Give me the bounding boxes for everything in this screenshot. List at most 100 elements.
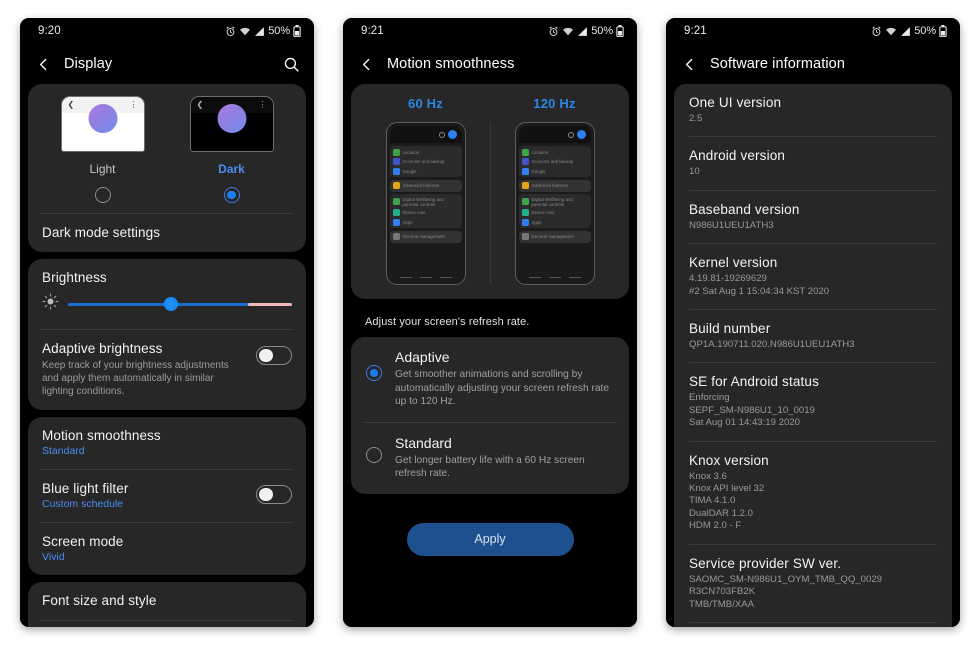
row-label: Motion smoothness [42, 428, 161, 443]
info-label: One UI version [689, 95, 782, 110]
slider-thumb[interactable] [164, 297, 179, 311]
apply-button-row: Apply [351, 501, 629, 556]
refresh-rate-preview-card: 60 Hz 120 Hz Location Accounts and backu… [351, 84, 629, 299]
row-blue-light-filter[interactable]: Blue light filter Custom schedule [28, 470, 306, 522]
battery-icon [616, 25, 624, 37]
info-row[interactable]: Baseband version N986U1UEU1ATH3 [674, 191, 952, 243]
light-theme-label: Light [89, 162, 116, 176]
battery-percent: 50% [591, 25, 613, 37]
blue-light-filter-toggle[interactable] [256, 485, 292, 504]
row-label: Adaptive brightness [42, 341, 163, 356]
info-row[interactable]: Android version 10 [674, 137, 952, 189]
preview-item-label: Location [531, 149, 549, 155]
preview-item-label: Device care [402, 210, 426, 215]
page-title: Display [64, 56, 113, 72]
preview-menu-icon: ⋮ [129, 100, 138, 109]
info-row[interactable]: One UI version 2.5 [674, 84, 952, 136]
row-font-size-and-style[interactable]: Font size and style [28, 582, 306, 620]
battery-percent: 50% [914, 25, 936, 37]
back-button[interactable] [359, 57, 381, 72]
option-adaptive[interactable]: Adaptive Get smoother animations and scr… [351, 337, 629, 422]
brightness-slider-row[interactable] [28, 289, 306, 329]
display-options-card: Motion smoothness Standard Blue light fi… [28, 417, 306, 575]
preview-item-label: Google [402, 168, 417, 174]
row-value: Custom schedule [42, 498, 124, 510]
brightness-card: Brightness Adaptive brightness Keep trac… [28, 259, 306, 410]
info-row[interactable]: SE for Android status Enforcing SEPF_SM-N9… [674, 363, 952, 440]
row-dark-mode-settings[interactable]: Dark mode settings [28, 214, 306, 252]
row-label: Screen mode [42, 534, 124, 549]
hz-label-120: 120 Hz [533, 96, 576, 111]
status-icons: 50% [871, 25, 947, 37]
row-label: Brightness [42, 270, 107, 285]
row-clipped[interactable] [28, 621, 306, 627]
row-label: Blue light filter [42, 481, 129, 496]
info-row[interactable]: Kernel version 4.19.81-19269629 #2 Sat Aug… [674, 244, 952, 309]
preview-navbar [390, 274, 462, 281]
info-label: Baseband version [689, 201, 800, 217]
option-standard[interactable]: Standard Get longer battery life with a … [351, 423, 629, 494]
info-row[interactable]: Knox version Knox 3.6 Knox API level 32 TIM… [674, 442, 952, 544]
app-bar-display: Display [20, 44, 314, 84]
info-row[interactable]: Security software versionMDF v3.1 Releas… [674, 623, 952, 627]
theme-orb [88, 104, 117, 133]
apply-button[interactable]: Apply [406, 522, 574, 556]
info-value: 4.19.81-19269629 #2 Sat Aug 1 15:04:34 KS… [689, 273, 830, 297]
theme-card: ❮ ⋮ Light ❮ ⋮ Dark Dark mode settings [28, 84, 306, 252]
search-button[interactable] [278, 56, 300, 73]
preview-item-label: Digital Wellbeing and parental controls [531, 196, 573, 207]
info-value: N986U1UEU1ATH3 [689, 219, 774, 231]
preview-back-icon: ❮ [196, 100, 204, 109]
app-bar-software: Software information [666, 44, 960, 84]
row-motion-smoothness[interactable]: Motion smoothness Standard [28, 417, 306, 469]
dark-theme-radio[interactable] [223, 187, 240, 203]
search-icon [284, 57, 299, 72]
slider-track-warm-end [248, 303, 292, 306]
row-screen-mode[interactable]: Screen mode Vivid [28, 523, 306, 575]
software-info-list[interactable]: One UI version 2.5 Android version 10 Baseba… [666, 84, 960, 627]
info-row[interactable]: Build number QP1A.190711.020.N986U1UEU1AT… [674, 310, 952, 362]
brightness-slider[interactable] [68, 297, 292, 311]
status-time: 9:21 [361, 25, 384, 37]
chevron-left-icon [40, 58, 47, 70]
info-row[interactable]: Service provider SW ver. SAOMC_SM-N986U1_… [674, 545, 952, 622]
info-label: Build number [689, 321, 771, 337]
preview-settings-list-120: Location Accounts and backup Google Adva… [518, 143, 591, 274]
preview-item-label: Accounts and backup [402, 159, 445, 164]
battery-icon [939, 25, 947, 37]
info-label: Service provider SW ver. [689, 555, 842, 571]
info-value: 2.5 [689, 113, 703, 124]
display-settings-list[interactable]: ❮ ⋮ Light ❮ ⋮ Dark Dark mode settings Br… [20, 84, 314, 627]
row-adaptive-brightness[interactable]: Adaptive brightness Keep track of your b… [28, 330, 306, 410]
preview-avatar-icon [576, 130, 586, 139]
preview-navbar [519, 274, 591, 281]
light-theme-radio[interactable] [94, 187, 111, 203]
status-time: 9:21 [684, 25, 707, 37]
back-button[interactable] [36, 57, 58, 72]
wifi-icon [563, 27, 574, 35]
preview-item-label: Google [531, 168, 546, 174]
preview-60hz: Location Accounts and backup Google Adva… [361, 122, 490, 285]
info-value: 10 [689, 166, 700, 178]
preview-back-icon: ❮ [67, 100, 75, 109]
wifi-icon [886, 27, 897, 35]
theme-option-dark[interactable]: ❮ ⋮ Dark [178, 96, 286, 203]
screenshot-stage: 9:20 50% Display ❮ ⋮ Light ❮ ⋮ Dark Dark… [0, 0, 980, 652]
standard-radio[interactable] [366, 446, 382, 463]
preview-search-icon [567, 131, 574, 138]
preview-menu-icon: ⋮ [258, 100, 267, 109]
preview-item-label: General management [531, 234, 574, 239]
page-title: Motion smoothness [387, 56, 515, 72]
theme-orb [217, 104, 246, 133]
preview-item-label: Accounts and backup [531, 159, 574, 164]
alarm-icon [226, 25, 235, 36]
phone-panel-display: 9:20 50% Display ❮ ⋮ Light ❮ ⋮ Dark Dark… [20, 18, 314, 627]
info-label: SE for Android status [689, 374, 819, 390]
adaptive-brightness-toggle[interactable] [256, 346, 292, 365]
row-label: Font size and style [42, 593, 157, 608]
signal-icon [255, 26, 265, 36]
adaptive-radio[interactable] [366, 365, 382, 381]
theme-option-light[interactable]: ❮ ⋮ Light [49, 96, 157, 203]
back-button[interactable] [682, 57, 704, 72]
preview-item-label: Apps [402, 219, 413, 225]
